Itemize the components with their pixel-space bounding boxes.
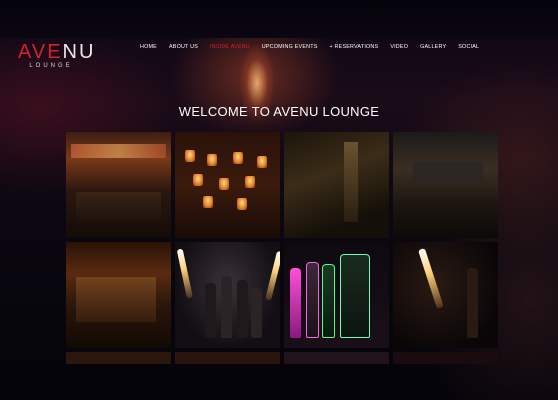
sparkler (418, 247, 444, 310)
logo-text: AVENU (18, 41, 93, 63)
main-nav: HOME ABOUT US INSIDE AVENU UPCOMING EVEN… (140, 44, 491, 50)
gallery-photo-partial[interactable] (175, 352, 280, 364)
nav-reservations[interactable]: + RESERVATIONS (330, 44, 379, 50)
gallery-photo-lounge-bar[interactable] (66, 132, 171, 238)
nav-gallery[interactable]: GALLERY (420, 44, 446, 50)
gallery-photo-candle-wall[interactable] (175, 132, 280, 238)
gallery-photo-partial[interactable] (66, 352, 171, 364)
page-title: WELCOME TO AVENU LOUNGE (178, 104, 380, 119)
sparkler (265, 250, 280, 301)
candle-light (233, 152, 243, 164)
gallery-photo-sparkler-bottle[interactable] (393, 242, 498, 348)
gallery-photo-dom-perignon[interactable] (284, 242, 389, 348)
candle-light (237, 198, 247, 210)
gallery-photo-partial[interactable] (284, 352, 389, 364)
bottle-pink-glow (290, 268, 301, 338)
sparkler (176, 248, 193, 299)
bottle (237, 280, 248, 338)
logo-text-accent: AVE (18, 41, 63, 63)
gallery-photo-doorway[interactable] (284, 132, 389, 238)
bottle (251, 288, 262, 338)
logo[interactable]: AVENU LOUNGE (18, 41, 93, 69)
logo-subtitle: LOUNGE (29, 63, 73, 69)
candle-light (203, 196, 213, 208)
gallery-photo-lounge-columns[interactable] (66, 242, 171, 348)
nav-about-us[interactable]: ABOUT US (169, 44, 198, 50)
nav-home[interactable]: HOME (140, 44, 157, 50)
candle-light (207, 154, 217, 166)
candle-light (245, 176, 255, 188)
photo-gallery-next-row (66, 352, 499, 364)
bottle (205, 283, 216, 338)
gallery-photo-champagne-sparklers[interactable] (175, 242, 280, 348)
nav-video[interactable]: VIDEO (390, 44, 408, 50)
photo-gallery (66, 132, 499, 348)
top-bar (0, 0, 558, 38)
bottle-dom-perignon (340, 254, 370, 338)
bottle (306, 262, 319, 338)
nav-social[interactable]: SOCIAL (458, 44, 479, 50)
candle-light (185, 150, 195, 162)
candle-light (193, 174, 203, 186)
candle-light (219, 178, 229, 190)
logo-text-rest: NU (62, 41, 96, 63)
bottle-green-glow (322, 264, 335, 338)
gallery-photo-booth-seating[interactable] (393, 132, 498, 238)
bottle (467, 268, 478, 338)
bottle (221, 276, 232, 338)
gallery-photo-partial[interactable] (393, 352, 498, 364)
candle-light (257, 156, 267, 168)
nav-inside-avenu[interactable]: INSIDE AVENU (210, 44, 250, 50)
nav-upcoming-events[interactable]: UPCOMING EVENTS (262, 44, 318, 50)
